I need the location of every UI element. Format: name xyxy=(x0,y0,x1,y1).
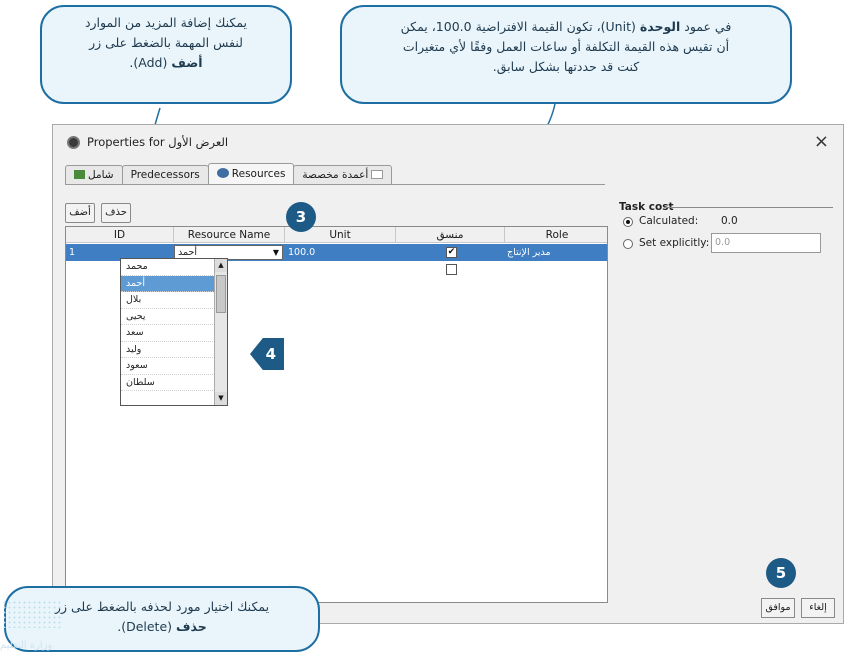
calculated-radio[interactable] xyxy=(623,217,633,227)
list-item[interactable]: سعود xyxy=(121,358,227,375)
list-item[interactable]: يحيى xyxy=(121,309,227,325)
step-badge-3: 3 xyxy=(286,202,316,232)
tab-predecessors[interactable]: Predecessors xyxy=(121,165,209,185)
ok-button[interactable]: موافق xyxy=(761,598,795,618)
callout-unit-bold: الوحدة xyxy=(639,19,681,34)
general-tab-icon xyxy=(74,170,85,179)
add-button[interactable]: أضف xyxy=(65,203,95,223)
list-item[interactable]: وليد xyxy=(121,342,227,358)
cell-role: مدير الإنتاج xyxy=(507,247,551,258)
table-header: ID Resource Name Unit منسق Role xyxy=(66,227,607,243)
custom-columns-tab-icon xyxy=(371,170,384,179)
list-item-selected[interactable]: أحمد xyxy=(121,275,227,292)
col-role[interactable]: Role xyxy=(505,227,609,243)
combo-value: أحمد xyxy=(178,247,197,258)
callout-add-rest: (Add). xyxy=(129,55,172,70)
decorative-dots xyxy=(2,600,62,628)
scroll-up-icon[interactable]: ▲ xyxy=(215,259,227,272)
tab-general[interactable]: شامل xyxy=(65,165,123,185)
callout-add-bold: أضف xyxy=(171,55,203,70)
list-item[interactable]: بلال xyxy=(121,292,227,309)
list-item[interactable]: محمد xyxy=(121,259,227,276)
dialog-titlebar: Properties for العرض الأول × xyxy=(53,125,843,159)
callout-unit-pre: في عمود xyxy=(680,19,732,34)
tab-predecessors-label: Predecessors xyxy=(130,169,200,181)
calculated-value: 0.0 xyxy=(721,215,738,227)
tab-custom-columns-label: أعمدة مخصصة xyxy=(302,169,369,181)
app-icon xyxy=(67,136,80,149)
dialog-title: Properties for العرض الأول xyxy=(87,135,228,149)
callout-delete-rest: (Delete). xyxy=(117,619,177,634)
ministry-watermark: وزارة التعليم xyxy=(0,640,53,651)
delete-button[interactable]: حذف xyxy=(101,203,131,223)
callout-unit-post: (Unit)، تكون القيمة الافتراضية 100.0، يم… xyxy=(400,19,640,34)
dialog-title-ar: العرض الأول xyxy=(168,135,229,149)
tab-general-label: شامل xyxy=(88,169,114,181)
list-item[interactable]: سلطان xyxy=(121,375,227,391)
explicit-cost-input[interactable]: 0.0 xyxy=(711,233,821,253)
calculated-label: Calculated: xyxy=(639,215,699,227)
cell-unit[interactable]: 100.0 xyxy=(288,244,315,261)
tab-custom-columns[interactable]: أعمدة مخصصة xyxy=(293,165,393,185)
cancel-button[interactable]: إلغاء xyxy=(801,598,835,618)
resource-dropdown-list: محمد أحمد بلال يحيى سعد وليد سعود سلطان … xyxy=(120,258,228,406)
callout-add-line1: يمكنك إضافة المزيد من الموارد xyxy=(84,15,248,30)
tab-resources-label: Resources xyxy=(231,168,286,180)
close-icon[interactable]: × xyxy=(814,131,829,152)
dropdown-scrollbar[interactable]: ▲ ▼ xyxy=(214,259,227,405)
dialog-title-en: Properties for xyxy=(87,135,165,149)
task-cost-divider xyxy=(665,207,833,208)
step-badge-5: 5 xyxy=(766,558,796,588)
cell-id: 1 xyxy=(69,247,76,258)
set-explicitly-label: Set explicitly: xyxy=(639,237,710,249)
set-explicitly-radio[interactable] xyxy=(623,239,633,249)
task-cost-group: Task cost Calculated: 0.0 Set explicitly… xyxy=(619,201,833,261)
resources-tab-icon xyxy=(216,168,229,178)
col-coordinator[interactable]: منسق xyxy=(396,227,505,243)
scroll-thumb[interactable] xyxy=(216,275,226,313)
tab-bar: شامل Predecessors Resources أعمدة مخصصة xyxy=(65,163,393,185)
callout-unit-line3: كنت قد حددتها بشكل سابق. xyxy=(492,59,640,74)
coordinator-checkbox-row1[interactable]: ✔ xyxy=(446,247,457,258)
callout-unit-column: في عمود الوحدة (Unit)، تكون القيمة الافت… xyxy=(340,5,792,104)
callout-delete-bold: حذف xyxy=(176,619,207,634)
col-id[interactable]: ID xyxy=(66,227,174,243)
callout-add-line2: لنفس المهمة بالضغط على زر xyxy=(89,35,243,50)
tab-resources[interactable]: Resources xyxy=(207,163,295,185)
dropdown-arrow-icon[interactable]: ▼ xyxy=(270,246,282,259)
callout-unit-line2: أن تقيس هذه القيمة التكلفة أو ساعات العم… xyxy=(402,39,730,54)
col-resource-name[interactable]: Resource Name xyxy=(174,227,285,243)
callout-add-button: يمكنك إضافة المزيد من الموارد لنفس المهم… xyxy=(40,5,292,104)
coordinator-checkbox-row2[interactable] xyxy=(446,264,457,275)
scroll-down-icon[interactable]: ▼ xyxy=(215,392,227,405)
list-item[interactable]: سعد xyxy=(121,325,227,342)
